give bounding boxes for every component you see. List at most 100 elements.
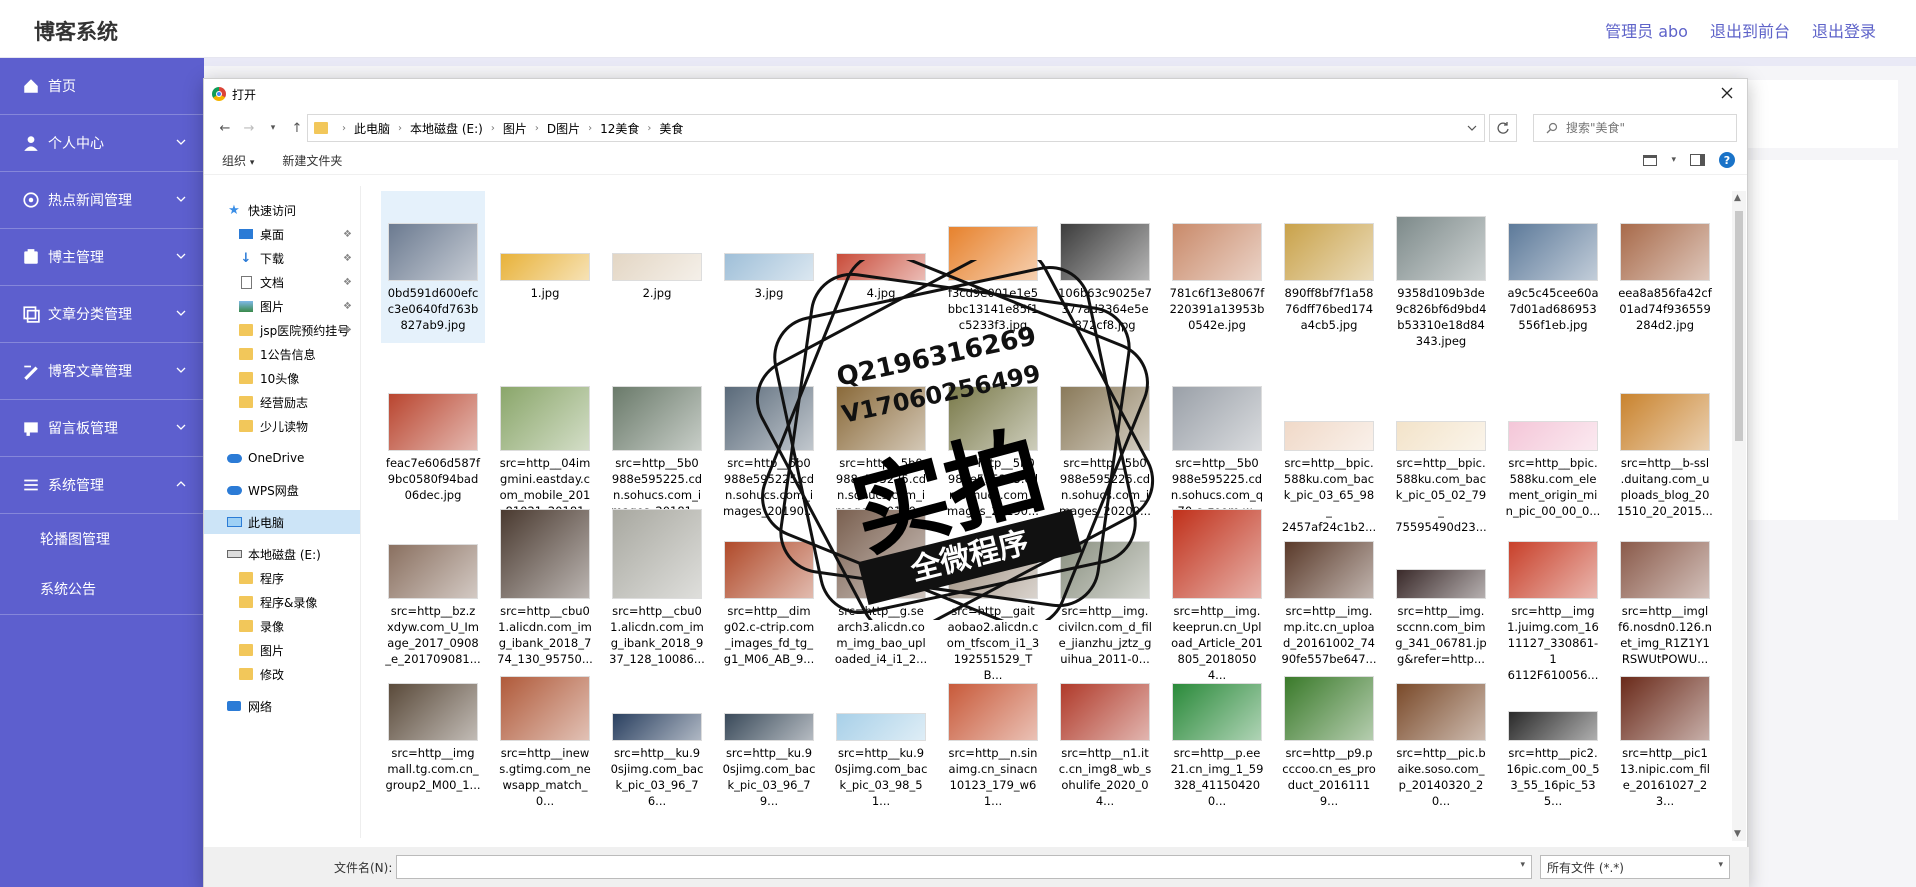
nav-item[interactable]: 图片 ❖ [204, 294, 360, 318]
file-item[interactable]: src=http__bpic. 588ku.com_ele ment_origi… [1501, 351, 1605, 518]
nav-item[interactable]: jsp医院预约挂号 ❖ [204, 318, 360, 342]
file-item[interactable]: src=http__p.ee 21.cn_img_1_59 328_411504… [1165, 631, 1269, 808]
file-item[interactable]: src=http__img. mp.itc.cn_uploa d_2016100… [1277, 489, 1381, 666]
recent-dropdown-icon[interactable]: ▾ [262, 117, 284, 139]
file-item[interactable]: src=http__gait aobao2.alicdn.c om_tfscom… [941, 489, 1045, 682]
filename-input[interactable]: ▾ [396, 855, 1532, 879]
file-item[interactable]: src=http__n1.it c.cn_img8_wb_s ohulife_2… [1053, 631, 1157, 808]
sidebar-item-4[interactable]: 文章分类管理 [0, 286, 204, 343]
organize-button[interactable]: 组织 ▾ [222, 152, 254, 169]
file-item[interactable]: src=http__5b0 988e595225.cd n.sohucs.com… [1165, 351, 1269, 518]
file-item[interactable]: a9c5c45cee60a 7d01ad686953 556f1eb.jpg [1501, 191, 1605, 343]
file-item[interactable]: src=http__cbu0 1.alicdn.com_im g_ibank_2… [493, 489, 597, 666]
file-item[interactable]: src=http__inew s.gtimg.com_ne wsapp_matc… [493, 631, 597, 808]
nav-item[interactable]: 程序 [204, 566, 360, 590]
nav-item[interactable]: 网络 [204, 694, 360, 718]
file-item[interactable]: src=http__ku.9 0sjimg.com_bac k_pic_03_9… [605, 631, 709, 808]
file-item[interactable]: src=http__5b0 988e595225.cd n.sohucs.com… [605, 351, 709, 518]
search-input[interactable] [1566, 121, 1726, 135]
scroll-up-icon[interactable]: ▲ [1734, 193, 1741, 203]
logout-link[interactable]: 退出登录 [1812, 18, 1876, 42]
search-box[interactable] [1533, 114, 1737, 142]
file-item[interactable]: src=http__img mall.tg.com.cn_ group2_M00… [381, 631, 485, 792]
sidebar-item-3[interactable]: 博主管理 [0, 229, 204, 286]
nav-item[interactable]: 1公告信息 [204, 342, 360, 366]
new-folder-button[interactable]: 新建文件夹 [282, 152, 342, 169]
file-item[interactable]: src=http__b-ssl .duitang.com_u ploads_bl… [1613, 351, 1717, 518]
file-item[interactable]: src=http__bpic. 588ku.com_bac k_pic_03_6… [1277, 351, 1381, 534]
nav-item[interactable]: ↓ 下载 ❖ [204, 246, 360, 270]
file-item[interactable]: src=http__pic.b aike.soso.com_ p_2014032… [1389, 631, 1493, 808]
up-icon[interactable]: ↑ [286, 117, 308, 139]
file-item[interactable]: src=http__5b0 988e595225.cd n.sohucs.com… [941, 351, 1045, 518]
file-item[interactable]: src=http__dim g02.c-ctrip.com _images_fd… [717, 489, 821, 666]
vertical-scrollbar[interactable]: ▲ ▼ [1732, 191, 1746, 841]
file-item[interactable]: src=http__ku.9 0sjimg.com_bac k_pic_03_9… [829, 631, 933, 808]
nav-item[interactable]: 此电脑 [204, 510, 360, 534]
file-item[interactable]: src=http__img 1.juimg.com_16 11127_33086… [1501, 489, 1605, 682]
file-item[interactable]: src=http__img. civilcn.com_d_fil e_jianz… [1053, 489, 1157, 666]
scroll-down-icon[interactable]: ▼ [1734, 829, 1741, 839]
nav-item[interactable]: 文档 ❖ [204, 270, 360, 294]
file-item[interactable]: f3cd9e001e1e5 bbc13141e85f1 c5233f3.jpg [941, 191, 1045, 343]
breadcrumb-item[interactable]: 图片 [503, 120, 527, 137]
file-item[interactable]: 9358d109b3de 9c826bf6d9bd4 b53310e18d84 … [1389, 191, 1493, 348]
preview-pane-icon[interactable] [1690, 154, 1705, 166]
file-item[interactable]: src=http__img. keeprun.cn_Upl oad_Articl… [1165, 489, 1269, 682]
file-item[interactable]: 1.jpg [493, 191, 597, 343]
file-item[interactable]: src=http__bpic. 588ku.com_bac k_pic_05_0… [1389, 351, 1493, 534]
sidebar-item-1[interactable]: 个人中心 [0, 115, 204, 172]
sidebar-item-0[interactable]: 首页 [0, 58, 204, 115]
file-item[interactable]: 106b63c9025e7 377ad3364e5e 872cf8.jpg [1053, 191, 1157, 343]
sidebar-item-7[interactable]: 系统管理 [0, 457, 204, 514]
chevron-down-icon[interactable]: ▾ [1520, 860, 1525, 870]
refresh-button[interactable] [1489, 114, 1517, 142]
file-item[interactable]: src=http__5b0 988e595225.cd n.sohucs.com… [717, 351, 821, 518]
breadcrumb-item[interactable]: 此电脑 [354, 120, 390, 137]
file-item[interactable]: src=http__5b0 988e595225.cd n.sohucs.com… [829, 351, 933, 518]
file-item[interactable]: src=http__cbu0 1.alicdn.com_im g_ibank_2… [605, 489, 709, 666]
sidebar-item-2[interactable]: 热点新闻管理 [0, 172, 204, 229]
nav-item[interactable]: ★ 快速访问 [204, 198, 360, 222]
file-item[interactable]: 4.jpg [829, 191, 933, 343]
file-item[interactable]: eea8a856fa42cf 01ad74f936559 284d2.jpg [1613, 191, 1717, 343]
nav-item[interactable]: 修改 [204, 662, 360, 686]
nav-item[interactable]: WPS网盘 [204, 478, 360, 502]
sidebar-subitem-0[interactable]: 轮播图管理 [0, 514, 204, 564]
chevron-down-icon[interactable] [1466, 122, 1478, 134]
forward-icon[interactable]: → [238, 117, 260, 139]
file-item[interactable]: src=http__5b0 988e595225.cd n.sohucs.com… [1053, 351, 1157, 518]
nav-item[interactable]: 程序&录像 [204, 590, 360, 614]
file-item[interactable]: 890ff8bf7f1a58 76dff76bed174 a4cb5.jpg [1277, 191, 1381, 343]
nav-item[interactable]: 桌面 ❖ [204, 222, 360, 246]
nav-item[interactable]: 本地磁盘 (E:) [204, 542, 360, 566]
to-front-link[interactable]: 退出到前台 [1710, 18, 1790, 42]
back-icon[interactable]: ← [214, 117, 236, 139]
file-item[interactable]: src=http__pic2. 16pic.com_00_5 3_55_16pi… [1501, 631, 1605, 808]
nav-item[interactable]: 少儿读物 [204, 414, 360, 438]
admin-label[interactable]: 管理员 abo [1605, 18, 1688, 42]
file-item[interactable]: 0bd591d600efc c3e0640fd763b 827ab9.jpg [381, 191, 485, 343]
file-item[interactable]: src=http__imgl f6.nosdn0.126.n et_img_R1… [1613, 489, 1717, 666]
breadcrumb-item[interactable]: 12美食 [600, 120, 639, 137]
file-item[interactable]: feac7e606d587f 9bc0580f94bad 06dec.jpg [381, 351, 485, 502]
file-item[interactable]: 2.jpg [605, 191, 709, 343]
nav-item[interactable]: 10头像 [204, 366, 360, 390]
nav-item[interactable]: OneDrive [204, 446, 360, 470]
nav-item[interactable]: 经营励志 [204, 390, 360, 414]
file-item[interactable]: src=http__bz.z xdyw.com_U_Im age_2017_09… [381, 489, 485, 666]
breadcrumb-item[interactable]: D图片 [547, 120, 580, 137]
file-item[interactable]: src=http__n.sin aimg.cn_sinacn 10123_179… [941, 631, 1045, 808]
view-mode-icon[interactable] [1643, 154, 1658, 166]
file-item[interactable]: src=http__ku.9 0sjimg.com_bac k_pic_03_9… [717, 631, 821, 808]
address-bar[interactable]: › 此电脑 › 本地磁盘 (E:) › 图片 › D图片 › 12美食 › 美食 [307, 114, 1485, 142]
file-item[interactable]: src=http__pic1 13.nipic.com_fil e_201610… [1613, 631, 1717, 808]
sidebar-item-5[interactable]: 博客文章管理 [0, 343, 204, 400]
filetype-select[interactable]: 所有文件 (*.*) ▾ [1540, 855, 1730, 879]
chevron-down-icon[interactable]: ▾ [1671, 155, 1676, 165]
file-item[interactable]: 781c6f13e8067f 220391a13953b 0542e.jpg [1165, 191, 1269, 343]
sidebar-item-6[interactable]: 留言板管理 [0, 400, 204, 457]
nav-item[interactable]: 图片 [204, 638, 360, 662]
sidebar-subitem-1[interactable]: 系统公告 [0, 564, 204, 614]
help-icon[interactable]: ? [1719, 152, 1735, 168]
